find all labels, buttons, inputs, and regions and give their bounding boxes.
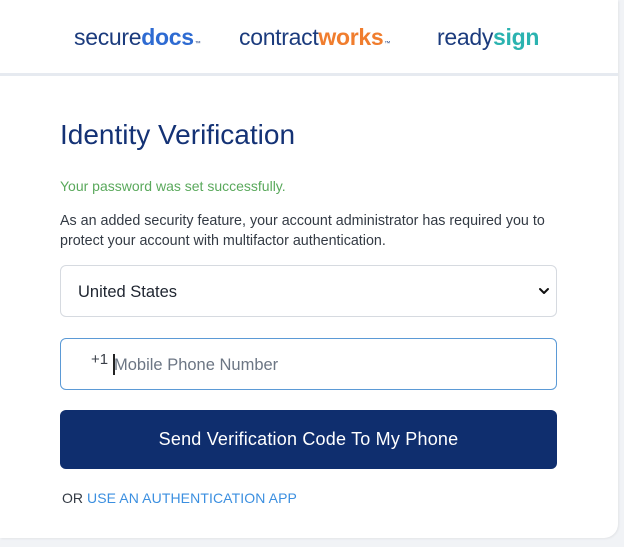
authentication-app-link[interactable]: USE AN AUTHENTICATION APP	[87, 490, 297, 506]
phone-input[interactable]	[114, 353, 514, 377]
chevron-down-icon	[539, 288, 549, 294]
brand-header: securedocs™ contractworks™ readysign	[0, 0, 618, 76]
verification-card: securedocs™ contractworks™ readysign Ide…	[0, 0, 618, 538]
or-label: OR	[62, 490, 83, 506]
phone-field[interactable]: +1	[60, 338, 557, 390]
readysign-logo: readysign	[437, 24, 540, 50]
securedocs-logo: securedocs™	[74, 24, 201, 50]
country-select-value: United States	[78, 283, 178, 301]
country-select[interactable]: United States	[60, 265, 557, 317]
alternative-method: OR USE AN AUTHENTICATION APP	[62, 488, 297, 508]
country-code-prefix: +1	[91, 351, 109, 368]
page-title: Identity Verification	[60, 119, 296, 150]
success-message: Your password was set successfully.	[60, 178, 286, 194]
mfa-description: As an added security feature, your accou…	[60, 213, 545, 249]
contractworks-logo: contractworks™	[239, 24, 391, 50]
send-code-button[interactable]: Send Verification Code To My Phone	[60, 410, 557, 469]
